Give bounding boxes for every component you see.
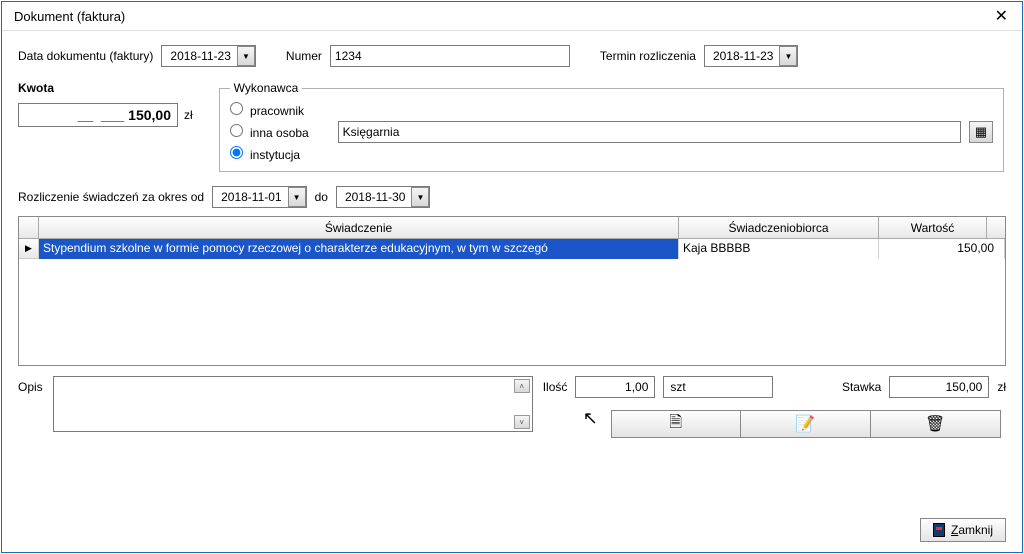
date-okres-do-value: 2018-11-30 [341,190,410,204]
textarea-opis[interactable]: ˄ ˅ [53,376,533,432]
cell-biorca: Kaja BBBBB [679,239,879,259]
grid-icon: ▦ [975,124,987,140]
date-termin[interactable]: 2018-11-23 ▼ [704,45,799,67]
label-termin: Termin rozliczenia [600,49,696,63]
mouse-cursor-icon: ↖ [583,408,598,429]
new-button[interactable]: 🗎 [611,410,741,438]
door-icon [933,523,945,537]
input-kwota[interactable] [18,103,178,127]
label-okres-do: do [315,190,328,204]
trash-icon: 🗑 [925,414,945,434]
chevron-down-icon[interactable]: ▼ [411,187,429,207]
radio-instytucja[interactable]: instytucja [230,146,300,162]
input-numer[interactable] [330,45,570,67]
chevron-down-icon[interactable]: ▼ [779,46,797,66]
chevron-down-icon[interactable]: ▼ [288,187,306,207]
date-okres-od[interactable]: 2018-11-01 ▼ [212,186,307,208]
input-jednostka[interactable] [663,376,773,398]
row-marker-icon: ▶ [19,239,39,259]
label-kwota-currency: zł [184,108,193,122]
row-document-meta: Data dokumentu (faktury) 2018-11-23 ▼ Nu… [18,45,1006,67]
document-new-icon: 🗎 [669,411,682,438]
legend-wykonawca: Wykonawca [230,81,303,95]
document-edit-icon: 📝 [795,414,815,434]
column-header-swiadczenie[interactable]: Świadczenie [39,217,679,239]
lookup-button[interactable]: ▦ [969,121,993,143]
radio-pracownik[interactable]: pracownik [230,102,304,118]
label-ilosc: Ilość [543,380,568,394]
label-okres: Rozliczenie świadczeń za okres od [18,190,204,204]
chevron-down-icon[interactable]: ▼ [237,46,255,66]
column-header-biorca[interactable]: Świadczeniobiorca [679,217,879,239]
titlebar: Dokument (faktura) ✕ [2,2,1022,31]
close-icon[interactable]: ✕ [989,6,1014,26]
spin-up-icon[interactable]: ˄ [514,379,530,393]
input-stawka[interactable] [889,376,989,398]
zamknij-button[interactable]: Zamknij [920,518,1006,542]
date-okres-do[interactable]: 2018-11-30 ▼ [336,186,431,208]
date-okres-od-value: 2018-11-01 [217,190,286,204]
label-stawka: Stawka [842,380,881,394]
titlebar-title: Dokument (faktura) [14,9,125,24]
label-numer: Numer [286,49,322,63]
spin-down-icon[interactable]: ˅ [514,415,530,429]
label-stawka-unit: zł [997,380,1006,394]
input-ilosc[interactable] [575,376,655,398]
column-header-wartosc[interactable]: Wartość [879,217,987,239]
table-row[interactable]: ▶ Stypendium szkolne w formie pomocy rze… [19,239,1005,259]
radio-inna-osoba[interactable]: inna osoba [230,124,330,140]
group-wykonawca: Wykonawca pracownik inna osoba ▦ instytu… [219,81,1004,172]
zamknij-label: Zamknij [951,523,993,537]
label-opis: Opis [18,376,43,394]
column-header-marker [19,217,39,239]
date-dokumentu-value: 2018-11-23 [166,49,235,63]
cell-swiadczenie: Stypendium szkolne w formie pomocy rzecz… [39,239,679,259]
edit-button[interactable]: 📝 [741,410,871,438]
cell-wartosc: 150,00 [879,239,1005,259]
dialog-window: Dokument (faktura) ✕ Data dokumentu (fak… [1,1,1023,553]
input-wykonawca-name[interactable] [338,121,961,143]
delete-button[interactable]: 🗑 [871,410,1001,438]
date-termin-value: 2018-11-23 [709,49,778,63]
label-data-dokumentu: Data dokumentu (faktury) [18,49,153,63]
scrollbar-head [987,217,1005,239]
date-dokumentu[interactable]: 2018-11-23 ▼ [161,45,256,67]
grid-swiadczenia[interactable]: Świadczenie Świadczeniobiorca Wartość ▶ … [18,216,1006,366]
label-kwota: Kwota [18,81,193,95]
